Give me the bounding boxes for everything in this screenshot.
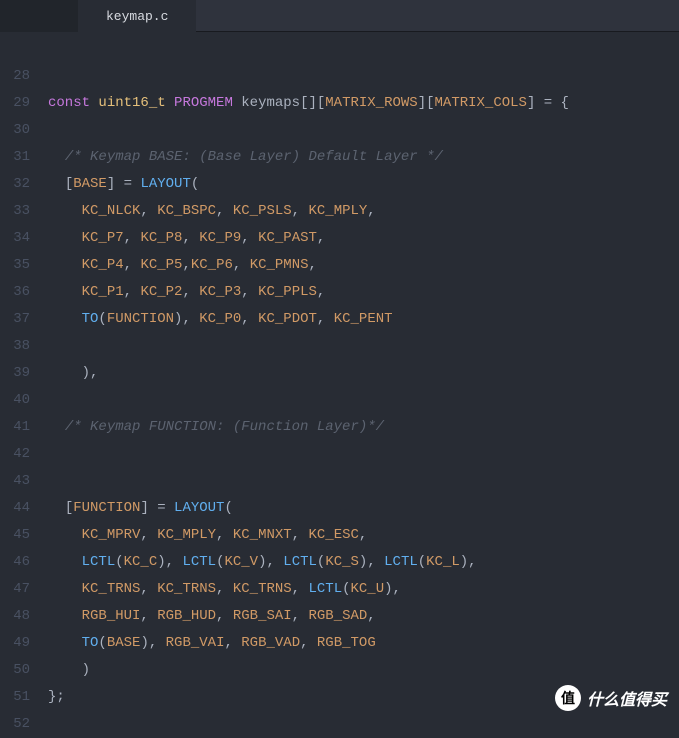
line-number: 35 [0,252,30,279]
code-line [48,711,679,738]
code-line: LCTL(KC_C), LCTL(KC_V), LCTL(KC_S), LCTL… [48,549,679,576]
code-line: KC_NLCK, KC_BSPC, KC_PSLS, KC_MPLY, [48,198,679,225]
line-number: 39 [0,360,30,387]
code-line: KC_TRNS, KC_TRNS, KC_TRNS, LCTL(KC_U), [48,576,679,603]
code-line: /* Keymap BASE: (Base Layer) Default Lay… [48,144,679,171]
code-line: const uint16_t PROGMEM keymaps[][MATRIX_… [48,90,679,117]
line-number: 49 [0,630,30,657]
tab-rest [196,0,679,32]
code-line [48,468,679,495]
code-line: ) [48,657,679,684]
tab-keymap-c[interactable]: keymap.c [78,0,196,32]
editor[interactable]: 2829303132333435363738394041424344454647… [0,32,679,723]
tab-bar: keymap.c [0,0,679,32]
code-line: KC_P1, KC_P2, KC_P3, KC_PPLS, [48,279,679,306]
line-number: 50 [0,657,30,684]
line-number: 51 [0,684,30,711]
line-number: 41 [0,414,30,441]
line-number: 40 [0,387,30,414]
line-number: 44 [0,495,30,522]
code-line: TO(BASE), RGB_VAI, RGB_VAD, RGB_TOG [48,630,679,657]
line-number: 28 [0,63,30,90]
code-line: [BASE] = LAYOUT( [48,171,679,198]
line-number: 52 [0,711,30,738]
line-number-gutter: 2829303132333435363738394041424344454647… [0,32,38,723]
line-number: 29 [0,90,30,117]
line-number: 43 [0,468,30,495]
code-line [48,333,679,360]
tab-filename: keymap.c [106,9,168,24]
line-number: 45 [0,522,30,549]
line-number: 33 [0,198,30,225]
line-number: 34 [0,225,30,252]
code-line: RGB_HUI, RGB_HUD, RGB_SAI, RGB_SAD, [48,603,679,630]
tab-spacer [0,0,78,32]
line-number: 36 [0,279,30,306]
code-line [48,63,679,90]
line-number: 30 [0,117,30,144]
code-line: TO(FUNCTION), KC_P0, KC_PDOT, KC_PENT [48,306,679,333]
watermark-badge-icon: 值 [555,685,581,711]
line-number: 32 [0,171,30,198]
line-number [0,36,30,63]
code-line: KC_P4, KC_P5,KC_P6, KC_PMNS, [48,252,679,279]
code-line [48,387,679,414]
watermark-text: 什么值得买 [587,686,667,710]
line-number: 48 [0,603,30,630]
line-number: 38 [0,333,30,360]
code-line [48,36,679,63]
line-number: 31 [0,144,30,171]
line-number: 42 [0,441,30,468]
line-number: 46 [0,549,30,576]
code-line [48,117,679,144]
code-line: [FUNCTION] = LAYOUT( [48,495,679,522]
code-line [48,441,679,468]
code-line: /* Keymap FUNCTION: (Function Layer)*/ [48,414,679,441]
code-area[interactable]: const uint16_t PROGMEM keymaps[][MATRIX_… [38,32,679,723]
code-line: KC_MPRV, KC_MPLY, KC_MNXT, KC_ESC, [48,522,679,549]
code-line: ), [48,360,679,387]
line-number: 47 [0,576,30,603]
code-line: KC_P7, KC_P8, KC_P9, KC_PAST, [48,225,679,252]
line-number: 37 [0,306,30,333]
watermark: 值 什么值得买 [555,685,667,711]
